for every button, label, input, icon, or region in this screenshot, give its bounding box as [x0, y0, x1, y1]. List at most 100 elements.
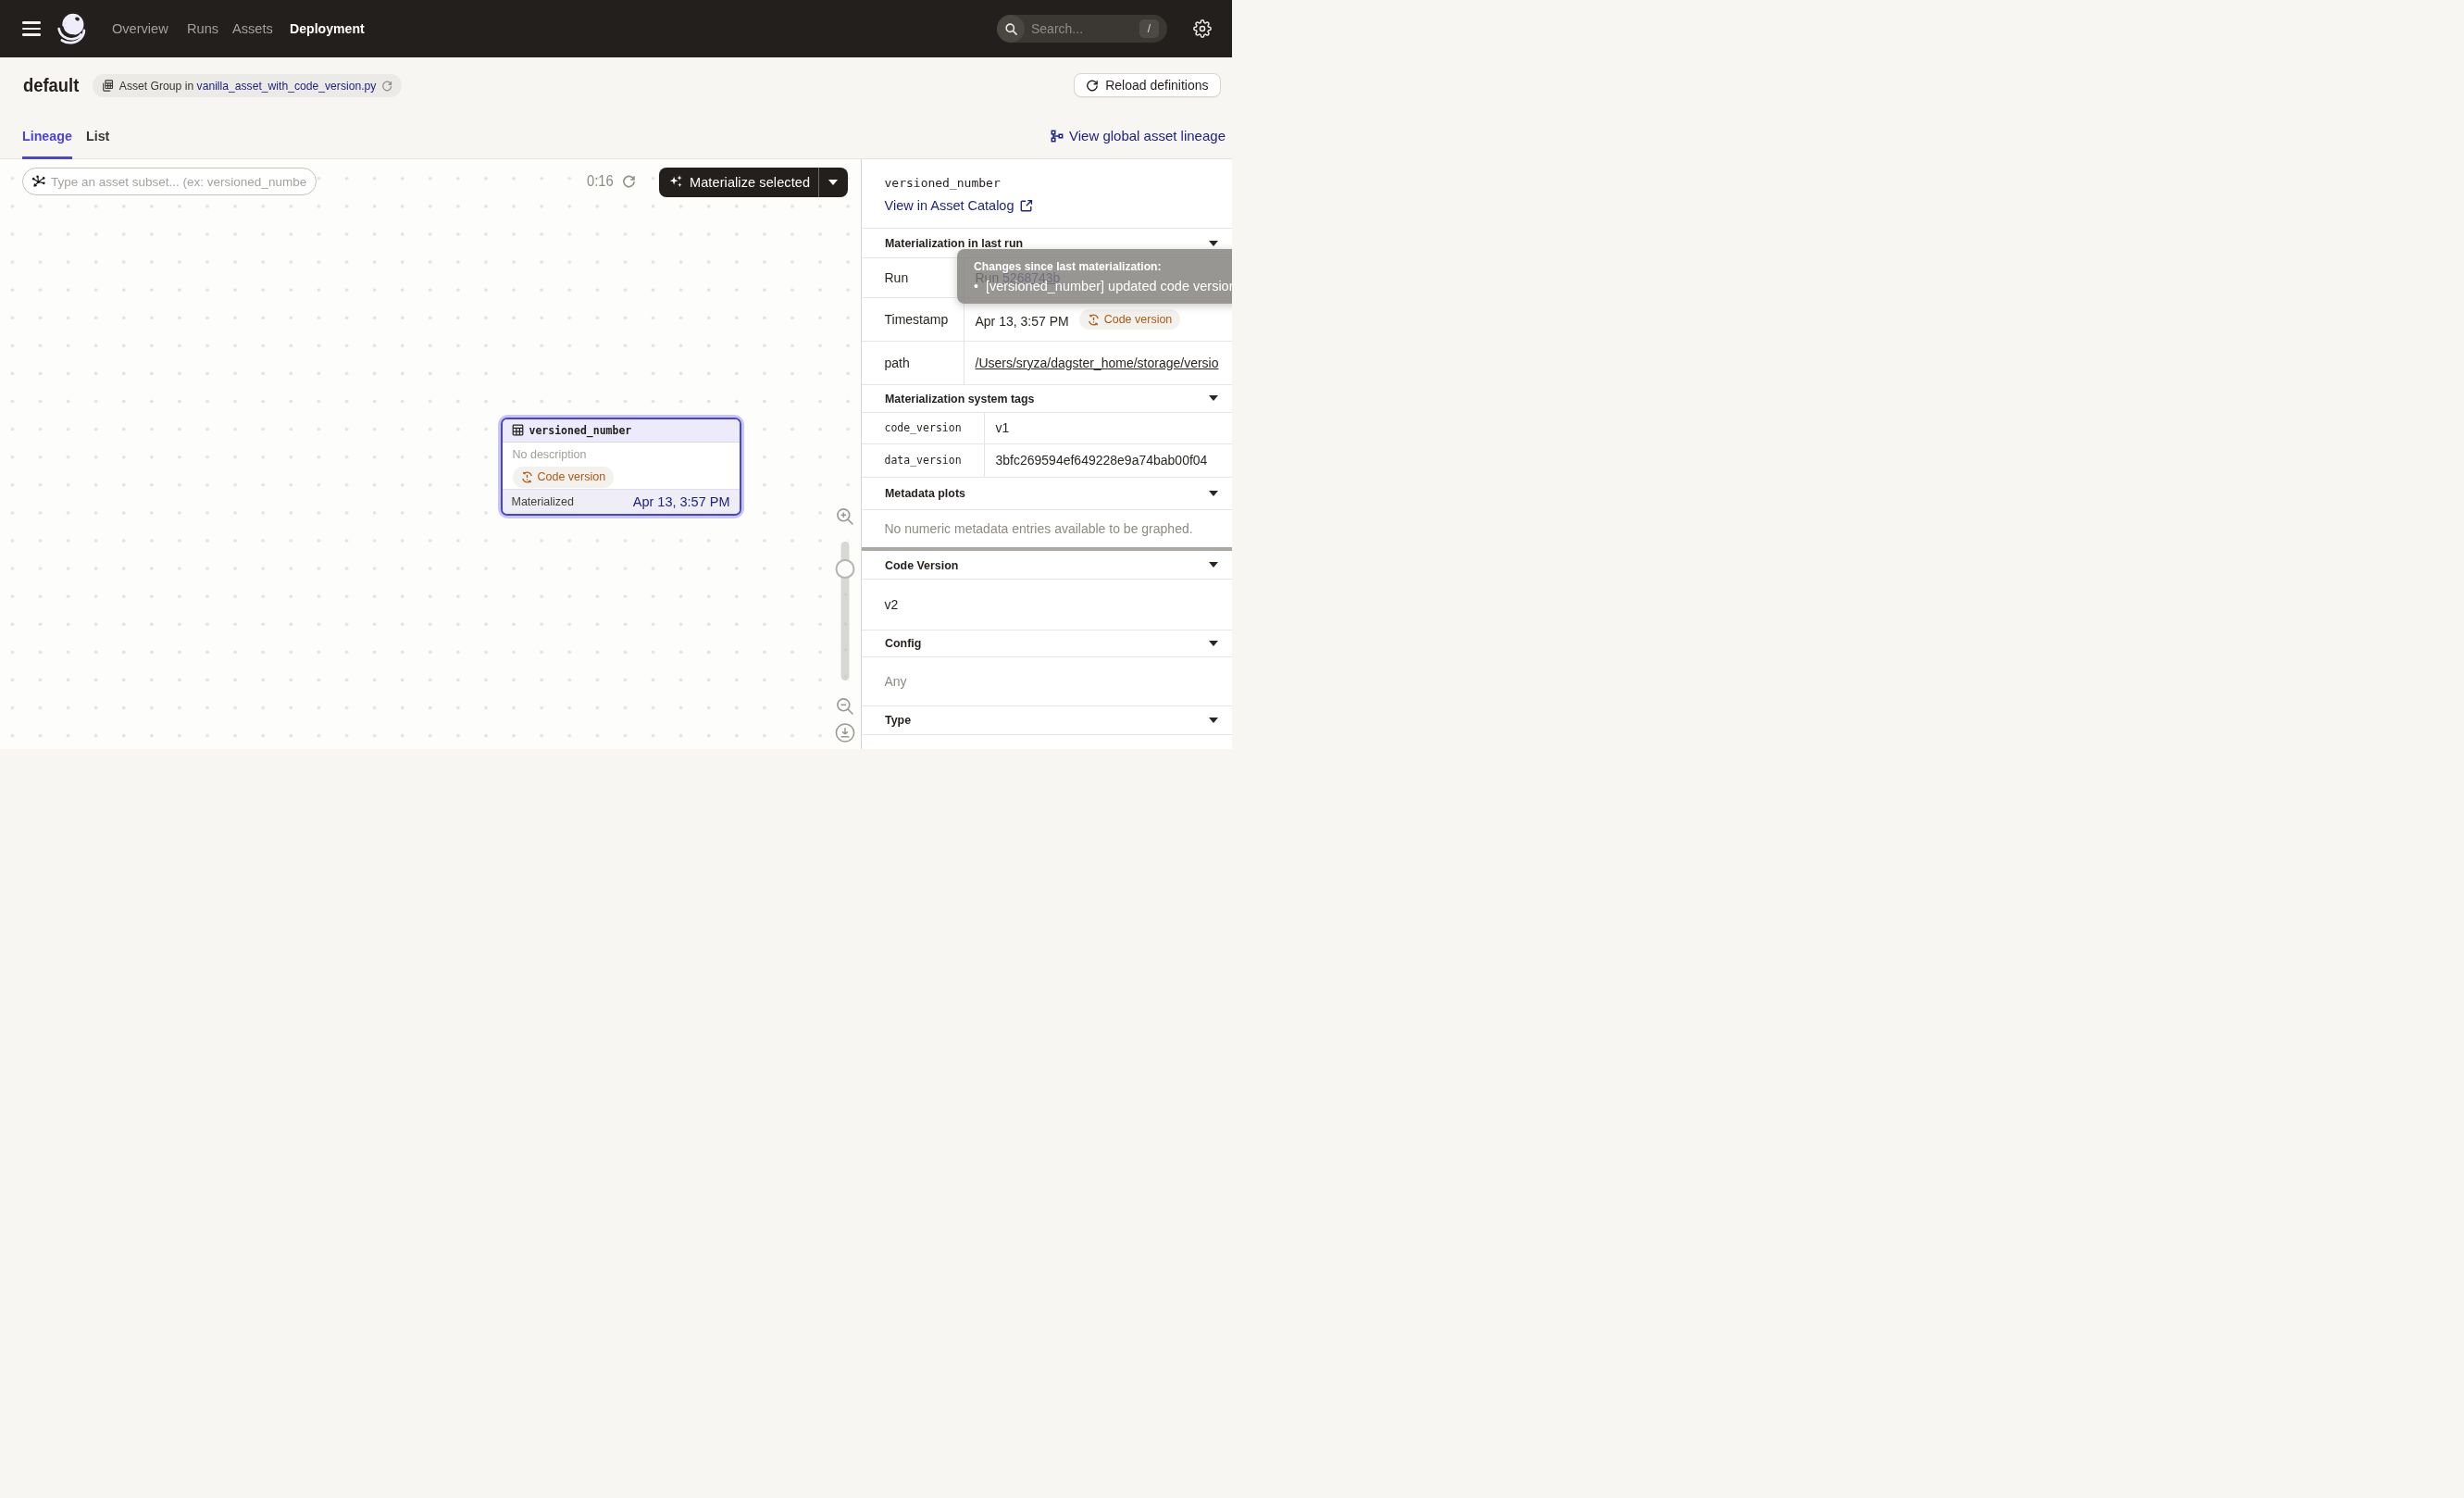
data-version-value: 3bfc269594ef649228e9a74bab00f04 — [984, 444, 1232, 477]
asset-group-label: Asset Group in vanilla_asset_with_code_v… — [118, 79, 376, 93]
materialize-selected-button[interactable]: Materialize selected — [659, 168, 848, 198]
external-link-icon — [1020, 199, 1033, 212]
view-global-asset-lineage-link[interactable]: View global asset lineage — [1051, 128, 1226, 144]
top-navigation: Overview Runs Assets Deployment / — [0, 0, 1232, 57]
chevron-down-icon — [828, 180, 838, 185]
reload-definitions-button[interactable]: Reload definitions — [1074, 73, 1220, 97]
zoom-in-icon[interactable] — [835, 506, 855, 527]
section-title: Type — [885, 713, 911, 727]
changes-tooltip: Changes since last materialization: • [ve… — [957, 249, 1232, 304]
search-box[interactable]: / — [997, 15, 1167, 43]
code-version-tag[interactable]: Code version — [1079, 309, 1181, 331]
section-header-config[interactable]: Config — [862, 630, 1233, 657]
path-link[interactable]: /Users/sryza/dagster_home/storage/versio — [976, 356, 1219, 370]
section-title: Metadata plots — [885, 486, 965, 500]
nav-item-assets[interactable]: Assets — [232, 20, 273, 37]
tab-lineage[interactable]: Lineage — [22, 128, 72, 144]
section-header-type[interactable]: Type — [862, 705, 1233, 734]
collapse-caret-icon[interactable] — [1209, 641, 1218, 646]
asset-node-versioned-number[interactable]: versioned_number No description Code ver… — [498, 415, 744, 519]
asset-node-header: versioned_number — [503, 419, 740, 443]
asset-group-file-link[interactable]: vanilla_asset_with_code_version.py — [196, 79, 376, 93]
asset-subset-input-wrap — [22, 168, 317, 195]
nav-item-runs[interactable]: Runs — [187, 20, 218, 37]
tag-label: Code version — [538, 470, 606, 483]
tooltip-title: Changes since last materialization: — [974, 259, 1162, 273]
search-shortcut-badge: / — [1139, 19, 1159, 38]
materialized-status: Materialized — [512, 495, 574, 508]
table-row: data_version 3bfc269594ef649228e9a74bab0… — [862, 444, 1233, 477]
timestamp-label: Timestamp — [862, 298, 964, 342]
path-value: /Users/sryza/dagster_home/storage/versio — [964, 342, 1232, 384]
settings-gear-icon[interactable] — [1193, 19, 1212, 38]
canvas-refresh-icon[interactable] — [622, 174, 636, 188]
materialize-button-label: Materialize selected — [690, 175, 810, 190]
section-title: Code Version — [885, 558, 958, 572]
section-header-code-version[interactable]: Code Version — [862, 551, 1233, 579]
collapse-caret-icon[interactable] — [1209, 491, 1218, 496]
asset-node-footer: Materialized Apr 13, 3:57 PM — [503, 489, 740, 515]
code-version-value: v1 — [984, 412, 1232, 444]
zoom-slider-handle[interactable] — [836, 559, 855, 579]
path-label: path — [862, 342, 964, 384]
timestamp-value: Apr 13, 3:57 PM Code version — [964, 298, 1232, 342]
system-tags-table: code_version v1 data_version 3bfc269594e… — [862, 412, 1233, 477]
timestamp-text: Apr 13, 3:57 PM — [976, 314, 1069, 329]
table-row: code_version v1 — [862, 412, 1233, 444]
reload-button-label: Reload definitions — [1105, 78, 1208, 93]
table-row: path /Users/sryza/dagster_home/storage/v… — [862, 342, 1233, 384]
code-version-key: code_version — [862, 412, 985, 444]
sparkle-icon — [668, 174, 684, 190]
tabs: Lineage List View global asset lineage — [0, 128, 1232, 159]
section-title: Materialization system tags — [885, 392, 1035, 406]
tooltip-item: [versioned_number] updated code version — [986, 279, 1232, 293]
asset-node-title: versioned_number — [529, 424, 632, 437]
type-body — [862, 734, 1233, 749]
bullet-icon: • — [974, 279, 978, 293]
refresh-timer: 0:16 — [587, 168, 614, 195]
code-version-changed-icon — [1088, 314, 1100, 326]
tooltip-bullet-row: • [versioned_number] updated code version — [974, 279, 1232, 293]
group-reload-icon[interactable] — [381, 80, 392, 92]
asset-details-panel: versioned_number View in Asset Catalog M… — [861, 159, 1233, 749]
view-in-asset-catalog-link[interactable]: View in Asset Catalog — [885, 198, 1034, 213]
tag-label: Code version — [1104, 313, 1173, 326]
section-header-materialization-system-tags[interactable]: Materialization system tags — [862, 384, 1233, 412]
global-lineage-label: View global asset lineage — [1069, 128, 1226, 144]
page-title: default — [23, 75, 79, 96]
section-title: Config — [885, 636, 921, 650]
tab-list[interactable]: List — [86, 128, 109, 144]
zoom-out-icon[interactable] — [835, 696, 855, 717]
materialize-dropdown-toggle[interactable] — [819, 168, 849, 198]
config-body: Any — [862, 656, 1233, 705]
zoom-controls — [830, 500, 860, 749]
menu-icon[interactable] — [22, 21, 41, 36]
code-version-tag[interactable]: Code version — [513, 467, 615, 488]
asset-group-breadcrumb: Asset Group in vanilla_asset_with_code_v… — [93, 74, 402, 97]
dagster-logo[interactable] — [55, 12, 89, 46]
catalog-link-label: View in Asset Catalog — [885, 198, 1014, 213]
section-header-metadata-plots[interactable]: Metadata plots — [862, 477, 1233, 510]
collapse-caret-icon[interactable] — [1209, 718, 1218, 723]
download-image-icon[interactable] — [835, 722, 856, 743]
asset-node-description: No description — [513, 448, 729, 461]
data-version-key: data_version — [862, 444, 985, 477]
asset-subset-input[interactable] — [51, 175, 306, 189]
reload-icon — [1086, 79, 1099, 92]
asset-group-prefix: Asset Group in — [118, 79, 193, 93]
asset-group-icon — [102, 80, 113, 92]
section-title: Materialization in last run — [885, 236, 1023, 250]
graph-query-icon — [31, 175, 45, 189]
collapse-caret-icon[interactable] — [1209, 562, 1218, 568]
collapse-caret-icon[interactable] — [1209, 395, 1218, 401]
table-row: Timestamp Apr 13, 3:57 PM Code version — [862, 298, 1233, 342]
lineage-graph-canvas[interactable]: 0:16 Materialize selected versioned_numb… — [0, 159, 861, 749]
nav-item-overview[interactable]: Overview — [112, 20, 168, 37]
materialized-timestamp[interactable]: Apr 13, 3:57 PM — [633, 494, 730, 509]
lineage-graph-icon — [1051, 130, 1064, 143]
nav-item-deployment[interactable]: Deployment — [290, 20, 365, 37]
panel-asset-name: versioned_number — [885, 176, 1001, 190]
search-input[interactable] — [1031, 21, 1119, 36]
metadata-plots-empty-message: No numeric metadata entries available to… — [862, 509, 1233, 547]
collapse-caret-icon[interactable] — [1209, 241, 1218, 246]
